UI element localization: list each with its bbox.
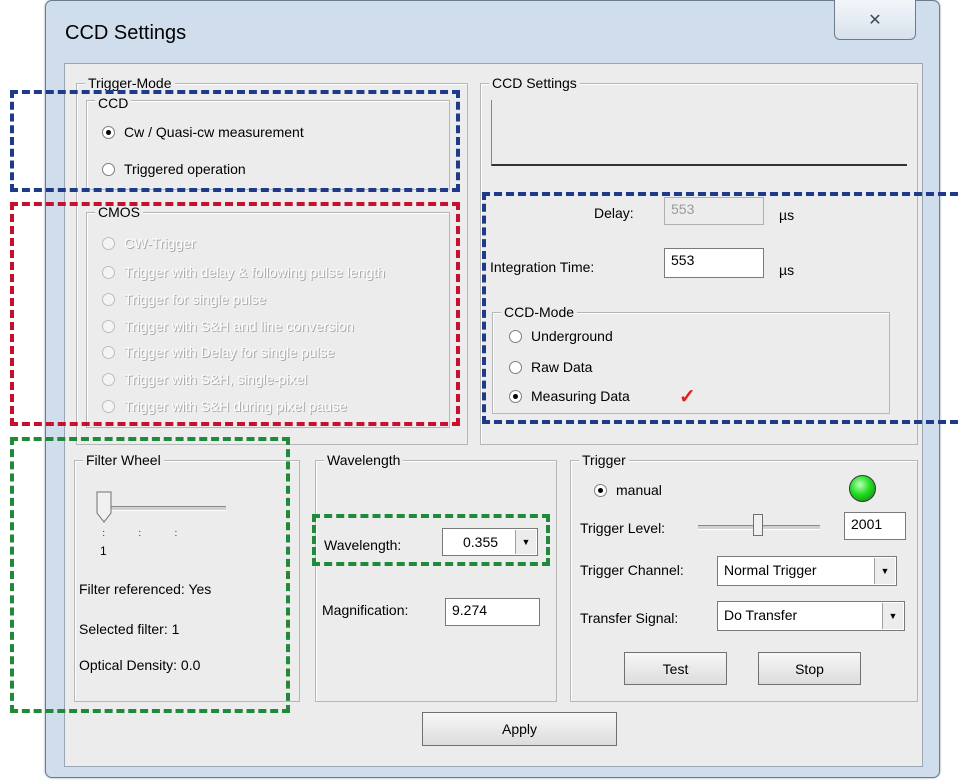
apply-button[interactable]: Apply [422,712,617,746]
wavelength-legend: Wavelength [324,452,404,468]
radio-label: Raw Data [531,359,593,375]
radio-cmos-option: Trigger with S&H, single-pixel [102,371,307,387]
filter-wheel-legend: Filter Wheel [83,452,164,468]
transfer-signal-value: Do Transfer [724,607,798,623]
ccd-mode-legend: CCD-Mode [501,304,578,320]
radio-dot [509,389,522,403]
window-title: CCD Settings [65,22,187,44]
radio-underground[interactable]: Underground [509,328,613,344]
stop-button[interactable]: Stop [758,652,861,685]
ccd-preview-area [491,100,907,166]
radio-label: Cw / Quasi-cw measurement [124,124,304,140]
filter-slider-track[interactable] [100,506,226,511]
radio-dot [102,372,115,386]
integration-time-unit: µs [779,262,795,278]
chevron-down-icon[interactable]: ▼ [874,558,895,584]
radio-raw-data[interactable]: Raw Data [509,359,592,375]
radio-cmos-option: Trigger with delay & following pulse len… [102,264,385,280]
radio-cmos-option: Trigger for single pulse [102,291,266,307]
delay-unit: µs [779,207,795,223]
filter-slider-thumb[interactable] [96,491,112,523]
trigger-channel-value: Normal Trigger [724,562,817,578]
radio-dot [102,399,115,413]
transfer-signal-select[interactable]: Do Transfer ▼ [717,601,905,631]
radio-cmos-option: CW-Trigger [102,235,196,251]
magnification-label: Magnification: [322,602,409,618]
magnification-field[interactable]: 9.274 [445,598,540,626]
optical-density-text: Optical Density: 0.0 [79,657,201,673]
filter-slider-value: 1 [100,544,107,558]
radio-label: Trigger with S&H and line conversion [124,318,354,334]
transfer-signal-label: Transfer Signal: [580,610,679,626]
radio-dot [102,265,115,279]
radio-label: Triggered operation [124,161,246,177]
trigger-channel-select[interactable]: Normal Trigger ▼ [717,556,897,586]
radio-dot [102,319,115,333]
ccd-settings-legend: CCD Settings [489,75,580,91]
radio-dot [509,329,522,343]
radio-cmos-option: Trigger with S&H and line conversion [102,318,354,334]
close-icon: ✕ [868,11,882,29]
wavelength-select[interactable]: 0.355 ▼ [442,528,538,556]
radio-dot [102,292,115,306]
test-button[interactable]: Test [624,652,727,685]
filter-referenced-text: Filter referenced: Yes [79,581,212,597]
close-button[interactable]: ✕ [834,0,916,40]
radio-label: Trigger with S&H, single-pixel [124,371,308,387]
ccd-legend: CCD [95,95,132,111]
wavelength-group: Wavelength [315,452,557,702]
radio-manual[interactable]: manual [594,482,662,498]
selected-filter-text: Selected filter: 1 [79,621,180,637]
radio-label: Trigger with Delay for single pulse [124,344,335,360]
trigger-mode-legend: Trigger-Mode [85,75,175,91]
checkmark-icon: ✓ [679,386,696,408]
chevron-down-icon[interactable]: ▼ [515,530,536,554]
trigger-level-slider-thumb[interactable] [753,514,763,536]
radio-cw-measurement[interactable]: Cw / Quasi-cw measurement [102,124,304,140]
filter-slider-ticks: · · · · · · [102,526,193,541]
delay-field: 553 [664,197,764,225]
status-indicator-icon [849,475,876,502]
radio-dot [102,162,115,176]
chevron-down-icon[interactable]: ▼ [882,603,903,629]
radio-triggered-operation[interactable]: Triggered operation [102,161,246,177]
trigger-legend: Trigger [579,452,629,468]
cmos-legend: CMOS [95,204,143,220]
radio-dot [102,125,115,139]
radio-label: Underground [531,328,613,344]
radio-dot [594,483,607,497]
radio-dot [102,345,115,359]
integration-time-field[interactable]: 553 [664,248,764,278]
radio-label: Trigger with S&H during pixel pause [124,398,347,414]
radio-label: Trigger for single pulse [124,291,266,307]
radio-label: CW-Trigger [124,235,196,251]
radio-dot [509,360,522,374]
radio-label: Measuring Data [531,388,630,404]
trigger-level-label: Trigger Level: [580,520,666,536]
radio-cmos-option: Trigger with S&H during pixel pause [102,398,347,414]
trigger-level-field[interactable]: 2001 [844,512,906,540]
wavelength-value: 0.355 [463,534,499,550]
radio-label: manual [616,482,662,498]
delay-label: Delay: [594,205,634,221]
radio-cmos-option: Trigger with Delay for single pulse [102,344,334,360]
radio-dot [102,236,115,250]
radio-label: Trigger with delay & following pulse len… [124,264,385,280]
radio-measuring-data[interactable]: Measuring Data [509,388,630,404]
wavelength-label: Wavelength: [324,537,402,553]
integration-time-label: Integration Time: [490,259,595,275]
trigger-channel-label: Trigger Channel: [580,562,684,578]
